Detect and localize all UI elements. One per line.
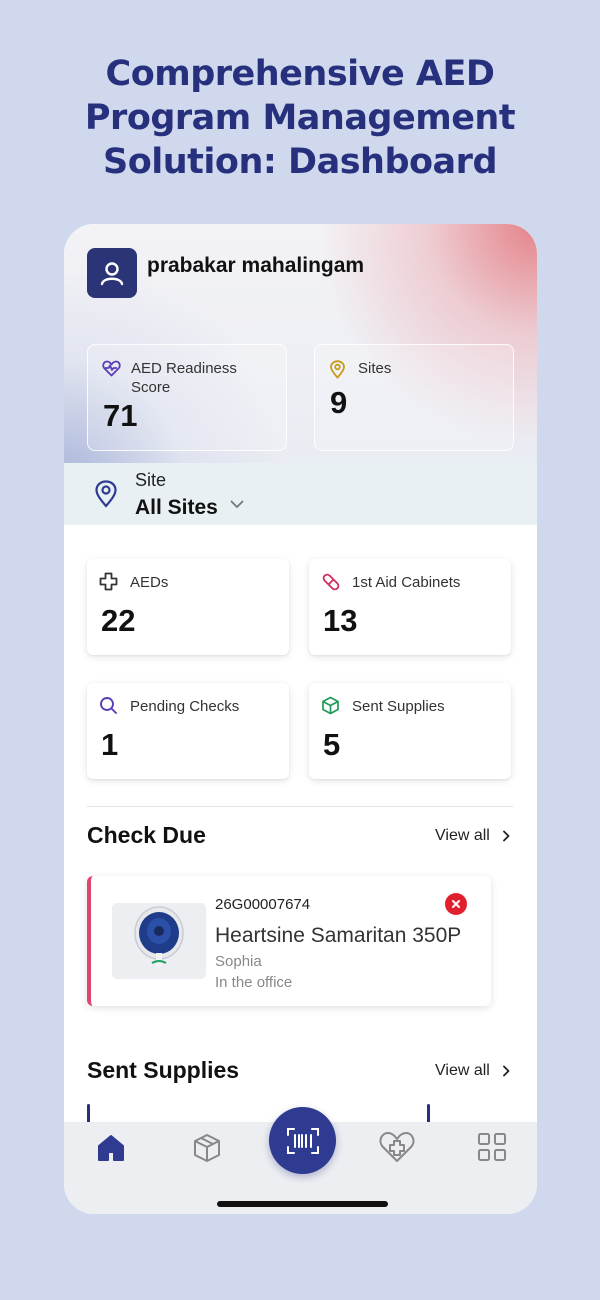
sent-supplies-stat-card[interactable]: Sent Supplies 5 [309, 683, 511, 779]
sent-supplies-label: Sent Supplies [352, 698, 445, 715]
chevron-right-icon[interactable] [501, 829, 511, 843]
sent-supplies-value: 5 [323, 727, 341, 762]
headline-line-2: Program Management [84, 98, 516, 138]
sites-value: 9 [330, 385, 348, 420]
readiness-label-line-2: Score [131, 379, 171, 396]
map-pin-icon [330, 360, 345, 379]
readiness-label: AED Readiness Score [131, 359, 237, 397]
avatar[interactable] [87, 248, 137, 298]
pending-checks-value: 1 [101, 727, 119, 762]
sites-label: Sites [358, 360, 392, 377]
aeds-stat-card[interactable]: AEDs 22 [87, 559, 289, 655]
check-due-item[interactable]: 26G00007674 Heartsine Samaritan 350P Sop… [87, 876, 491, 1006]
close-icon[interactable] [445, 893, 467, 915]
headline-line-3: Solution: Dashboard [103, 142, 498, 182]
user-name: prabakar mahalingam [147, 254, 365, 277]
promo-headline: Comprehensive AED Program Management Sol… [0, 52, 600, 184]
site-selector-value: All Sites [135, 496, 218, 519]
pending-checks-stat-card[interactable]: Pending Checks 1 [87, 683, 289, 779]
chevron-down-icon [230, 500, 244, 508]
readiness-score-value: 71 [103, 398, 138, 433]
heartbeat-icon [102, 360, 121, 377]
headline-line-1: Comprehensive AED [105, 54, 495, 94]
first-aid-cabinets-value: 13 [323, 603, 358, 638]
home-indicator [217, 1201, 388, 1207]
aed-model: Heartsine Samaritan 350P [215, 924, 462, 947]
phone-screen: prabakar mahalingam AED Readiness Score … [64, 224, 537, 1214]
section-divider [87, 806, 513, 807]
package-icon [322, 696, 339, 715]
readiness-label-line-1: AED Readiness [131, 360, 237, 377]
grid-icon[interactable] [477, 1132, 507, 1162]
first-aid-cabinets-label: 1st Aid Cabinets [352, 574, 461, 591]
check-due-title: Check Due [87, 822, 206, 848]
user-icon [100, 262, 124, 286]
aed-serial-number: 26G00007674 [215, 896, 311, 913]
site-selector-label: Site [135, 470, 167, 490]
pending-checks-label: Pending Checks [130, 698, 240, 715]
home-icon[interactable] [95, 1132, 127, 1164]
search-icon [100, 697, 117, 714]
scan-button[interactable] [269, 1107, 336, 1174]
site-selector[interactable]: Site All Sites [64, 463, 537, 525]
first-aid-cabinets-stat-card[interactable]: 1st Aid Cabinets 13 [309, 559, 511, 655]
medical-cross-icon [99, 572, 118, 591]
sent-supplies-title: Sent Supplies [87, 1057, 240, 1083]
pill-icon [322, 573, 340, 591]
aeds-label: AEDs [130, 574, 169, 591]
aed-device-image [112, 903, 206, 979]
check-due-view-all-link[interactable]: View all [435, 827, 490, 845]
map-pin-icon [95, 480, 117, 508]
aed-assignee: Sophia [215, 953, 262, 970]
readiness-score-card[interactable]: AED Readiness Score 71 [87, 344, 287, 451]
heart-plus-icon[interactable] [378, 1130, 416, 1164]
aed-location: In the office [215, 974, 293, 991]
barcode-scan-icon [286, 1127, 319, 1154]
box-icon[interactable] [191, 1132, 223, 1164]
sent-supplies-view-all-link[interactable]: View all [435, 1062, 490, 1080]
aeds-value: 22 [101, 603, 136, 638]
sites-card[interactable]: Sites 9 [314, 344, 514, 451]
chevron-right-icon[interactable] [501, 1064, 511, 1078]
